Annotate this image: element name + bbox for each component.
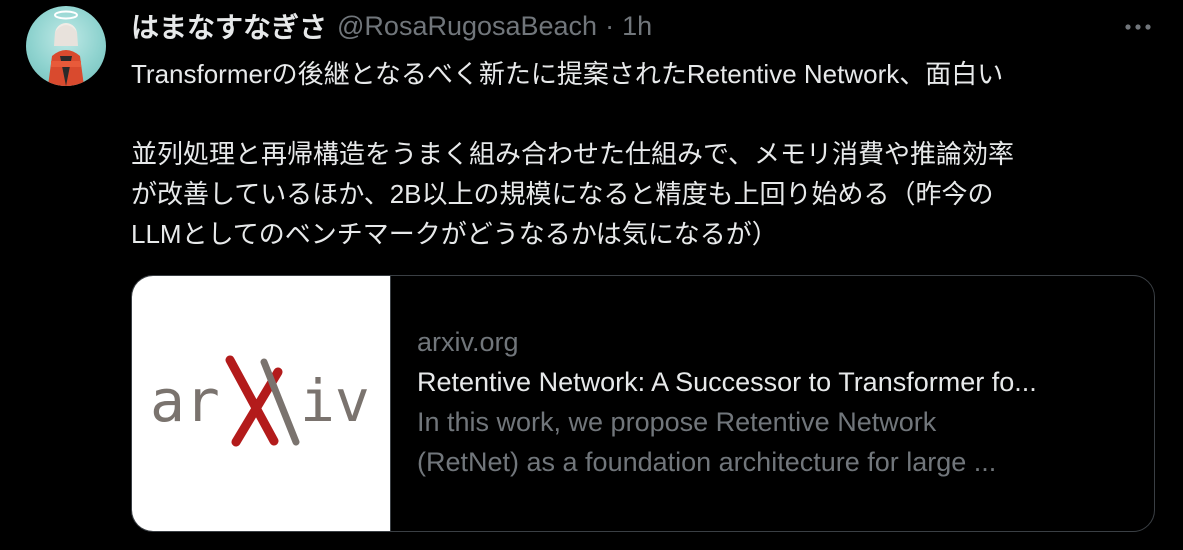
- tweet-header: はまなすなぎさ @RosaRugosaBeach · 1h: [131, 6, 652, 46]
- tweet-text: Transformerの後継となるべく新たに提案されたRetentive Net…: [131, 54, 1171, 254]
- arxiv-logo: ar iv: [150, 355, 370, 447]
- user-handle[interactable]: @RosaRugosaBeach: [337, 11, 597, 42]
- card-description-line: In this work, we propose Retentive Netwo…: [417, 407, 937, 437]
- separator-dot: ·: [605, 10, 615, 41]
- arxiv-logo-text-a: ar: [150, 367, 220, 435]
- card-thumbnail: ar iv: [132, 276, 391, 531]
- tweet-line: Transformerの後継となるべく新たに提案されたRetentive Net…: [131, 59, 1004, 89]
- avatar-image: [48, 10, 84, 86]
- more-button[interactable]: [1120, 12, 1156, 42]
- card-title: Retentive Network: A Successor to Transf…: [417, 367, 1037, 397]
- card-domain: arxiv.org: [417, 327, 519, 357]
- more-horizontal-icon: [1125, 24, 1151, 30]
- arxiv-logo-text-b: iv: [300, 367, 370, 435]
- timestamp[interactable]: 1h: [622, 11, 652, 42]
- avatar[interactable]: [26, 6, 106, 86]
- card-text: arxiv.org Retentive Network: A Successor…: [417, 322, 1137, 482]
- display-name[interactable]: はまなすなぎさ: [131, 6, 327, 46]
- link-card[interactable]: ar iv arxiv.org Retentive Network: A Suc…: [131, 275, 1155, 532]
- tweet-line: が改善しているほか、2B以上の規模になると精度も上回り始める（昨今の: [131, 179, 994, 209]
- tweet-line: LLMとしてのベンチマークがどうなるかは気になるが）: [131, 219, 778, 249]
- tweet[interactable]: はまなすなぎさ @RosaRugosaBeach · 1h Transforme…: [0, 0, 1183, 550]
- tweet-line: 並列処理と再帰構造をうまく組み合わせた仕組みで、メモリ消費や推論効率: [131, 139, 1014, 169]
- card-description-line: (RetNet) as a foundation architecture fo…: [417, 447, 997, 477]
